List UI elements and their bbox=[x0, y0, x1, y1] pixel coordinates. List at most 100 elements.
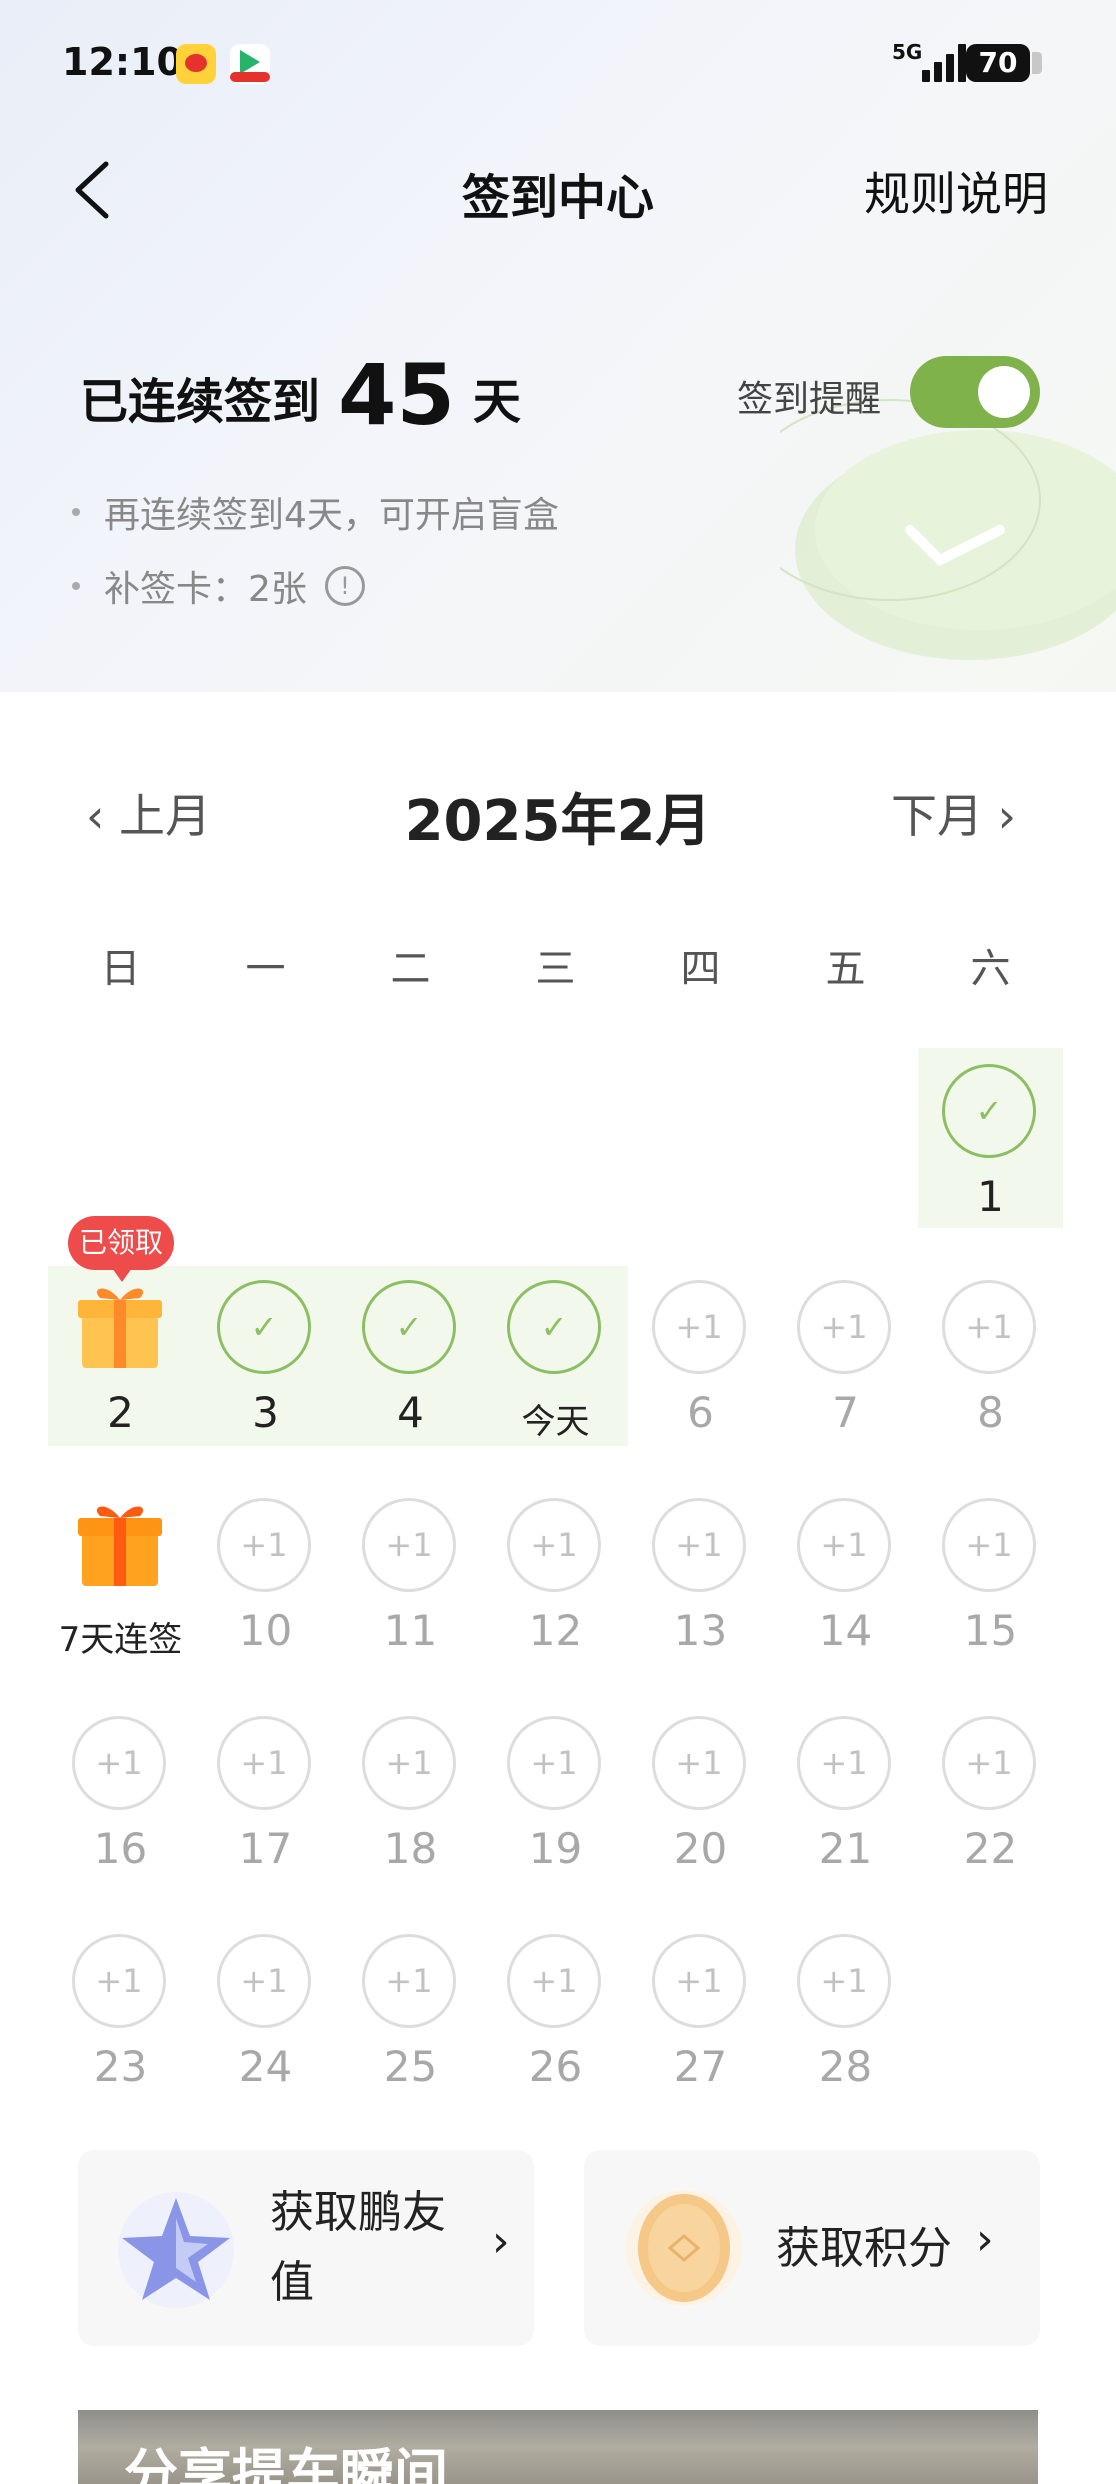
tip-blind-box: 再连续签到4天，可开启盲盒 bbox=[72, 486, 559, 538]
plus-one-circle: +1 bbox=[942, 1716, 1036, 1810]
weekday-wed: 三 bbox=[535, 946, 576, 992]
day-number: 3 bbox=[252, 1388, 279, 1437]
tip-text: 补签卡：2张 bbox=[104, 569, 307, 610]
month-nav: ‹ 上月 2025年2月 下月 › bbox=[0, 770, 1116, 854]
bullet-dot bbox=[72, 508, 80, 516]
claimed-badge: 已领取 bbox=[68, 1216, 174, 1282]
calendar-day-27[interactable]: +1 27 bbox=[628, 1934, 773, 2114]
calendar-day-11[interactable]: +1 11 bbox=[338, 1498, 483, 1678]
friend-value-label: 获取鹏友值 bbox=[270, 2187, 446, 2308]
get-points-card[interactable]: 获取积分 › bbox=[584, 2150, 1040, 2346]
plus-one-circle: +1 bbox=[797, 1934, 891, 2028]
calendar-day-23[interactable]: +1 23 bbox=[48, 1934, 193, 2114]
calendar-day-17[interactable]: +1 17 bbox=[193, 1716, 338, 1896]
calendar-day-18[interactable]: +1 18 bbox=[338, 1716, 483, 1896]
gift-icon bbox=[78, 1506, 162, 1586]
reminder-toggle[interactable] bbox=[910, 356, 1040, 428]
plus-one-circle: +1 bbox=[507, 1498, 601, 1592]
calendar-day-7[interactable]: +1 7 bbox=[773, 1280, 918, 1460]
calendar-day-26[interactable]: +1 26 bbox=[483, 1934, 628, 2114]
share-banner[interactable]: 分享提车瞬间 bbox=[78, 2410, 1038, 2484]
day-number: 7天连签 bbox=[58, 1620, 183, 1660]
calendar-day-16[interactable]: +1 16 bbox=[48, 1716, 193, 1896]
network-label: 5G bbox=[892, 40, 923, 64]
bullet-dot bbox=[72, 582, 80, 590]
chevron-right-icon: › bbox=[982, 789, 1016, 843]
get-friend-value-card[interactable]: 获取鹏友值 › bbox=[78, 2150, 534, 2346]
plus-one-circle: +1 bbox=[797, 1716, 891, 1810]
gift-icon bbox=[78, 1288, 162, 1368]
plus-one-circle: +1 bbox=[652, 1934, 746, 2028]
weekday-thu: 四 bbox=[680, 946, 721, 992]
day-number: 21 bbox=[818, 1824, 873, 1873]
day-number: 2 bbox=[107, 1388, 134, 1437]
next-month-label: 下月 bbox=[890, 789, 983, 843]
plus-one-circle: +1 bbox=[217, 1716, 311, 1810]
calendar-day-today[interactable]: ✓ 今天 bbox=[483, 1280, 628, 1460]
day-number: 12 bbox=[528, 1606, 583, 1655]
plus-one-circle: +1 bbox=[797, 1280, 891, 1374]
calendar-gift-7-days[interactable]: 7天连签 bbox=[48, 1498, 193, 1678]
day-number: 22 bbox=[963, 1824, 1018, 1873]
status-bar: 12:10 5G 70 bbox=[0, 0, 1116, 130]
day-number: 16 bbox=[93, 1824, 148, 1873]
day-number: 8 bbox=[977, 1388, 1004, 1437]
calendar-day-15[interactable]: +1 15 bbox=[918, 1498, 1063, 1678]
weekday-tue: 二 bbox=[390, 946, 431, 992]
calendar-day-2[interactable]: 2 bbox=[48, 1280, 193, 1460]
plus-one-circle: +1 bbox=[362, 1934, 456, 2028]
weekday-fri: 五 bbox=[825, 946, 866, 992]
tips-list: 再连续签到4天，可开启盲盒 补签卡：2张! bbox=[72, 486, 559, 634]
day-number: 26 bbox=[528, 2042, 583, 2091]
calendar-day-6[interactable]: +1 6 bbox=[628, 1280, 773, 1460]
calendar-day-13[interactable]: +1 13 bbox=[628, 1498, 773, 1678]
calendar-day-24[interactable]: +1 24 bbox=[193, 1934, 338, 2114]
chevron-right-icon: › bbox=[976, 2214, 994, 2265]
signal-icon bbox=[922, 44, 968, 82]
calendar-day-4[interactable]: ✓ 4 bbox=[338, 1280, 483, 1460]
calendar-day-21[interactable]: +1 21 bbox=[773, 1716, 918, 1896]
day-number: 6 bbox=[687, 1388, 714, 1437]
day-number: 19 bbox=[528, 1824, 583, 1873]
calendar-day-12[interactable]: +1 12 bbox=[483, 1498, 628, 1678]
day-number: 13 bbox=[673, 1606, 728, 1655]
day-number: 7 bbox=[832, 1388, 859, 1437]
calendar-day-25[interactable]: +1 25 bbox=[338, 1934, 483, 2114]
plus-one-circle: +1 bbox=[507, 1934, 601, 2028]
weekday-sat: 六 bbox=[970, 946, 1011, 992]
plus-one-circle: +1 bbox=[217, 1498, 311, 1592]
check-circle-icon: ✓ bbox=[507, 1280, 601, 1374]
toggle-knob bbox=[978, 366, 1030, 418]
day-number: 20 bbox=[673, 1824, 728, 1873]
tip-makeup-card: 补签卡：2张! bbox=[72, 560, 559, 612]
calendar-day-1[interactable]: ✓ 1 bbox=[918, 1064, 1063, 1244]
plus-one-circle: +1 bbox=[72, 1716, 166, 1810]
battery-icon: 70 bbox=[966, 44, 1042, 82]
calendar-day-8[interactable]: +1 8 bbox=[918, 1280, 1063, 1460]
day-number: 27 bbox=[673, 2042, 728, 2091]
day-number: 25 bbox=[383, 2042, 438, 2091]
streak-prefix: 已连续签到 bbox=[80, 374, 321, 430]
check-circle-icon: ✓ bbox=[217, 1280, 311, 1374]
calendar-day-20[interactable]: +1 20 bbox=[628, 1716, 773, 1896]
plus-one-circle: +1 bbox=[652, 1280, 746, 1374]
streak-days: 45 bbox=[338, 346, 455, 444]
next-month-button[interactable]: 下月 › bbox=[891, 780, 1016, 846]
calendar-day-10[interactable]: +1 10 bbox=[193, 1498, 338, 1678]
weekday-sun: 日 bbox=[100, 946, 141, 992]
calendar-day-22[interactable]: +1 22 bbox=[918, 1716, 1063, 1896]
star-icon bbox=[118, 2192, 234, 2308]
streak-summary: 已连续签到 45 天 bbox=[80, 346, 521, 444]
day-number: 28 bbox=[818, 2042, 873, 2091]
calendar-day-14[interactable]: +1 14 bbox=[773, 1498, 918, 1678]
calendar-day-28[interactable]: +1 28 bbox=[773, 1934, 918, 2114]
calendar-day-3[interactable]: ✓ 3 bbox=[193, 1280, 338, 1460]
day-number: 15 bbox=[963, 1606, 1018, 1655]
day-number: 14 bbox=[818, 1606, 873, 1655]
info-icon[interactable]: ! bbox=[324, 566, 365, 606]
plus-one-circle: +1 bbox=[652, 1498, 746, 1592]
streak-suffix: 天 bbox=[472, 374, 521, 430]
rules-link[interactable]: 规则说明 bbox=[864, 158, 1048, 224]
plus-one-circle: +1 bbox=[72, 1934, 166, 2028]
calendar-day-19[interactable]: +1 19 bbox=[483, 1716, 628, 1896]
